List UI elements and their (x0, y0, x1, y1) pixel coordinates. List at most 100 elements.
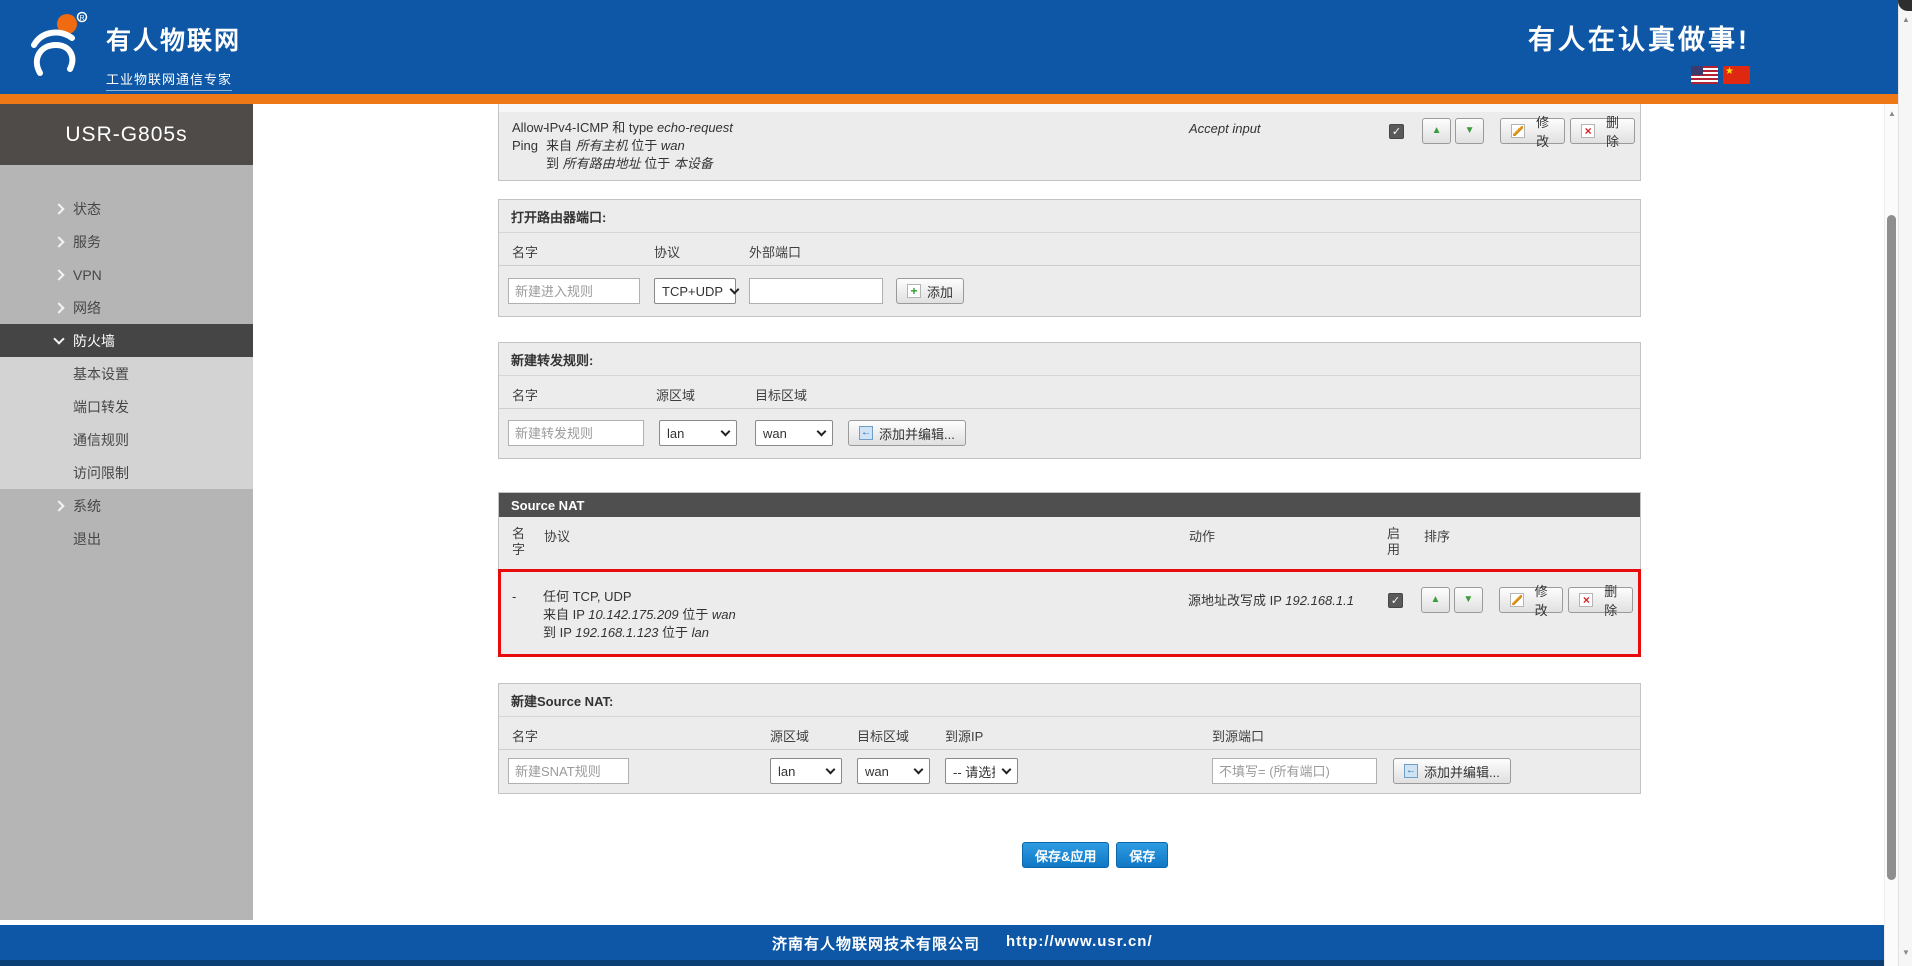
edit-button-label: 修改 (1531, 112, 1554, 150)
prev-row-remnant (499, 104, 1640, 112)
row-controls: 修改 删除 (1388, 587, 1638, 613)
external-port-input[interactable] (749, 278, 883, 304)
open-ports-section: 打开路由器端口: 名字 协议 外部端口 TCP+UDP 添加 (498, 199, 1641, 317)
slogan-text: 有人在认真做事! (1528, 18, 1750, 57)
footer-company: 济南有人物联网技术有限公司 (772, 933, 980, 954)
enable-checkbox[interactable] (1388, 593, 1403, 608)
sort-up-button[interactable] (1421, 587, 1450, 613)
section-title: 打开路由器端口: (499, 200, 1640, 233)
match-text: 位于 (679, 607, 712, 622)
page-bottom-edge (0, 960, 1912, 966)
slogan-area: 有人在认真做事! (1528, 18, 1750, 84)
scroll-up-icon[interactable]: ▲ (1899, 15, 1912, 24)
col-enable: 启用 (1387, 526, 1403, 558)
sidebar-item-label: 服务 (73, 232, 101, 252)
new-rule-row: lan wan 添加并编辑... (499, 409, 1640, 458)
save-button[interactable]: 保存 (1116, 842, 1168, 868)
sort-down-button[interactable] (1455, 118, 1484, 144)
arrow-up-icon (1430, 595, 1440, 605)
match-text: 来自 IP (543, 607, 588, 622)
col-src-zone: 源区域 (770, 726, 809, 745)
delete-icon (1579, 593, 1593, 607)
scroll-up-icon[interactable]: ▲ (1885, 109, 1899, 118)
content-scrollbar: ▲ (1884, 104, 1898, 966)
brand-logo: R (26, 11, 92, 81)
col-external-port: 外部端口 (749, 242, 801, 261)
rule-action: 源地址改写成 IP 192.168.1.1 (1188, 590, 1354, 609)
sidebar-item-label: 退出 (73, 529, 101, 549)
footer-bar: 济南有人物联网技术有限公司 http://www.usr.cn/ (0, 925, 1884, 960)
column-headers: 名字 源区域 目标区域 到源IP 到源端口 (499, 717, 1640, 750)
brand-text: 有人物联网 工业物联网通信专家 (106, 11, 241, 91)
sidebar-item-firewall[interactable]: 防火墙 (0, 324, 253, 357)
sidebar-item-label: 访问限制 (73, 463, 129, 483)
src-zone-select[interactable]: lan (659, 420, 737, 446)
footer-url-link[interactable]: http://www.usr.cn/ (1006, 933, 1153, 954)
chevron-down-icon (826, 765, 836, 775)
delete-button[interactable]: 删除 (1568, 587, 1633, 613)
match-text: IPv4-ICMP 和 type (546, 120, 657, 135)
match-italic: 10.142.175.209 (588, 607, 678, 622)
src-zone-select[interactable]: lan (770, 758, 842, 784)
sidebar-item-label: 端口转发 (73, 397, 129, 417)
col-dst-zone: 目标区域 (755, 385, 807, 404)
match-text: 位于 (658, 625, 691, 640)
match-italic: wan (712, 607, 736, 622)
action-text: 源地址改写成 IP (1188, 593, 1285, 608)
sidebar-item-traffic-rules[interactable]: 通信规则 (0, 423, 253, 456)
chevron-down-icon (817, 427, 827, 437)
col-action: 动作 (1189, 526, 1215, 545)
edit-icon (1511, 124, 1525, 138)
sidebar-item-access-restrict[interactable]: 访问限制 (0, 456, 253, 489)
snat-name-input[interactable] (508, 758, 629, 784)
add-edit-button[interactable]: 添加并编辑... (848, 420, 966, 446)
edit-button[interactable]: 修改 (1500, 118, 1565, 144)
scroll-down-icon[interactable]: ▼ (1899, 948, 1912, 957)
sidebar-item-vpn[interactable]: VPN (0, 258, 253, 291)
sidebar-item-port-forward[interactable]: 端口转发 (0, 390, 253, 423)
brand: R 有人物联网 工业物联网通信专家 (26, 11, 241, 91)
dst-zone-select[interactable]: wan (755, 420, 833, 446)
sort-down-button[interactable] (1454, 587, 1483, 613)
dst-zone-value: wan (763, 426, 787, 441)
edit-button[interactable]: 修改 (1499, 587, 1564, 613)
match-italic: wan (661, 138, 685, 153)
sidebar-item-services[interactable]: 服务 (0, 225, 253, 258)
save-apply-button[interactable]: 保存&应用 (1022, 842, 1109, 868)
header-banner: R 有人物联网 工业物联网通信专家 有人在认真做事! (0, 0, 1898, 94)
to-src-port-input[interactable] (1212, 758, 1377, 784)
section-title: 新建转发规则: (499, 343, 1640, 376)
flag-cn-icon[interactable] (1723, 66, 1750, 84)
dst-zone-value: wan (865, 764, 889, 779)
add-edit-button[interactable]: 添加并编辑... (1393, 758, 1511, 784)
protocol-select[interactable]: TCP+UDP (654, 278, 736, 304)
scrollbar-thumb[interactable] (1887, 215, 1896, 880)
chevron-right-icon (53, 269, 64, 280)
rule-name-input[interactable] (508, 278, 640, 304)
sidebar-item-system[interactable]: 系统 (0, 489, 253, 522)
rule-match: 任何 TCP, UDP 来自 IP 10.142.175.209 位于 wan … (543, 588, 736, 642)
rule-action: Accept input (1189, 121, 1261, 136)
sidebar-item-label: 防火墙 (73, 331, 115, 351)
sidebar-item-basic-settings[interactable]: 基本设置 (0, 357, 253, 390)
add-button[interactable]: 添加 (896, 278, 964, 304)
flag-us-icon[interactable] (1691, 66, 1718, 84)
chevron-down-icon (730, 285, 740, 295)
sidebar-item-status[interactable]: 状态 (0, 192, 253, 225)
sidebar-item-network[interactable]: 网络 (0, 291, 253, 324)
forward-name-input[interactable] (508, 420, 644, 446)
row-controls: 修改 删除 (1389, 118, 1640, 144)
sidebar-item-logout[interactable]: 退出 (0, 522, 253, 555)
to-src-ip-select[interactable]: -- 请选择 -- (945, 758, 1018, 784)
sidebar-item-label: 通信规则 (73, 430, 129, 450)
enable-checkbox[interactable] (1389, 124, 1404, 139)
dst-zone-select[interactable]: wan (857, 758, 930, 784)
save-button-bar: 保存&应用 保存 (1022, 842, 1168, 868)
arrow-down-icon (1465, 126, 1475, 136)
accent-stripe (0, 94, 1898, 104)
delete-button[interactable]: 删除 (1570, 118, 1635, 144)
sidebar-item-label: 基本设置 (73, 364, 129, 384)
sort-up-button[interactable] (1422, 118, 1451, 144)
match-text: 位于 (628, 138, 661, 153)
add-edit-icon (859, 426, 873, 440)
